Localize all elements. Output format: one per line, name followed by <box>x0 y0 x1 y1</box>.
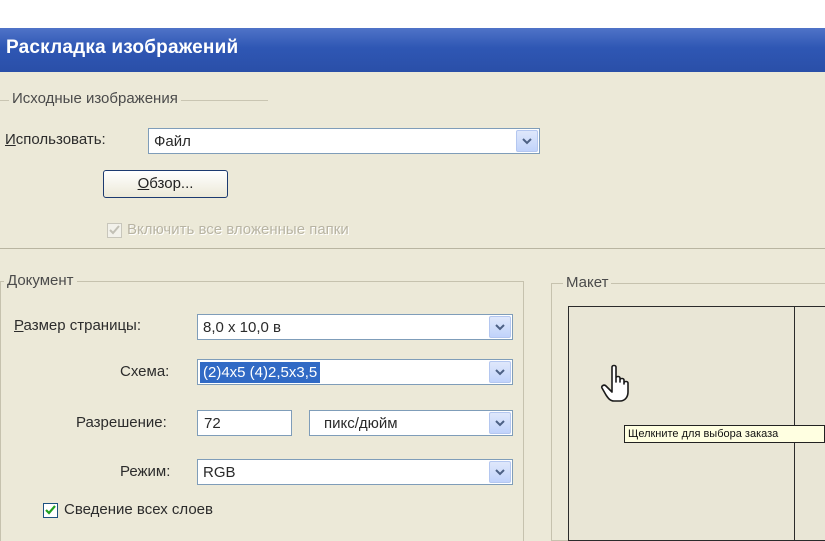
chevron-down-icon[interactable] <box>489 361 511 383</box>
resolution-unit-value: пикс/дюйм <box>324 415 398 432</box>
dialog-titlebar[interactable]: Раскладка изображений <box>0 28 825 72</box>
flatten-layers-checkbox[interactable] <box>43 503 58 518</box>
use-label: Использовать: <box>5 131 106 148</box>
mode-label: Режим: <box>120 463 171 480</box>
use-select[interactable]: Файл <box>148 128 540 154</box>
page-size-select[interactable]: 8,0 x 10,0 в <box>197 314 513 340</box>
resolution-input[interactable]: 72 <box>197 410 292 436</box>
mode-select[interactable]: RGB <box>197 459 513 485</box>
browse-button[interactable]: Обзор... <box>103 170 228 198</box>
section-divider <box>0 248 825 249</box>
checkmark-icon <box>109 225 120 235</box>
layout-scheme-select[interactable]: (2)4x5 (4)2,5x3,5 <box>197 359 513 385</box>
resolution-value: 72 <box>204 415 221 432</box>
chevron-down-icon[interactable] <box>489 412 511 434</box>
use-select-value: Файл <box>154 133 191 150</box>
checkmark-icon <box>45 505 56 515</box>
mode-value: RGB <box>203 464 236 481</box>
chevron-down-icon[interactable] <box>516 130 538 152</box>
document-group-label: Документ <box>4 272 77 289</box>
page-size-label: Размер страницы: <box>14 317 141 334</box>
resolution-unit-select[interactable]: пикс/дюйм <box>309 410 513 436</box>
hand-pointer-icon <box>601 364 629 402</box>
layout-tooltip: Щелкните для выбора заказа <box>624 425 825 443</box>
layout-cell-divider <box>794 307 795 541</box>
dialog-body: Исходные изображения Использовать: Файл … <box>0 72 825 541</box>
layout-scheme-label: Схема: <box>120 363 170 380</box>
layout-group-label: Макет <box>563 274 612 291</box>
source-group-label: Исходные изображения <box>9 90 181 107</box>
flatten-layers-label: Сведение всех слоев <box>64 501 213 518</box>
chevron-down-icon[interactable] <box>489 316 511 338</box>
layout-preview[interactable] <box>568 306 825 541</box>
layout-scheme-value: (2)4x5 (4)2,5x3,5 <box>200 362 321 383</box>
chevron-down-icon[interactable] <box>489 461 511 483</box>
page-size-value: 8,0 x 10,0 в <box>203 319 282 336</box>
include-subfolders-checkbox[interactable] <box>107 223 122 238</box>
dialog-title: Раскладка изображений <box>6 37 239 58</box>
include-subfolders-label: Включить все вложенные папки <box>127 221 349 238</box>
resolution-label: Разрешение: <box>76 414 167 431</box>
